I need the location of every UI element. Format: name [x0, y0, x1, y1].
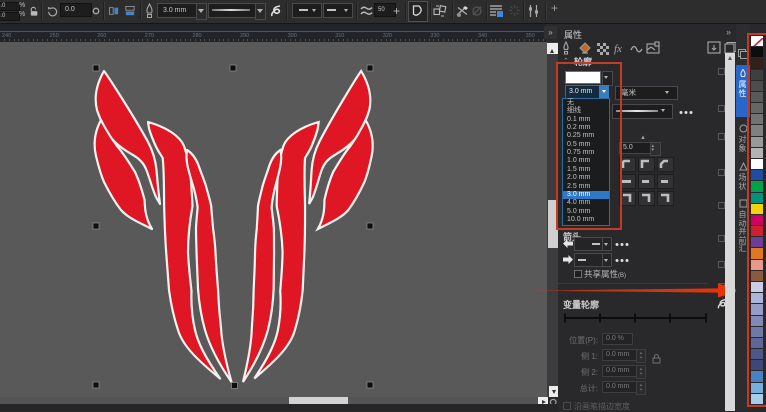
svg-text:fx: fx: [614, 43, 622, 55]
